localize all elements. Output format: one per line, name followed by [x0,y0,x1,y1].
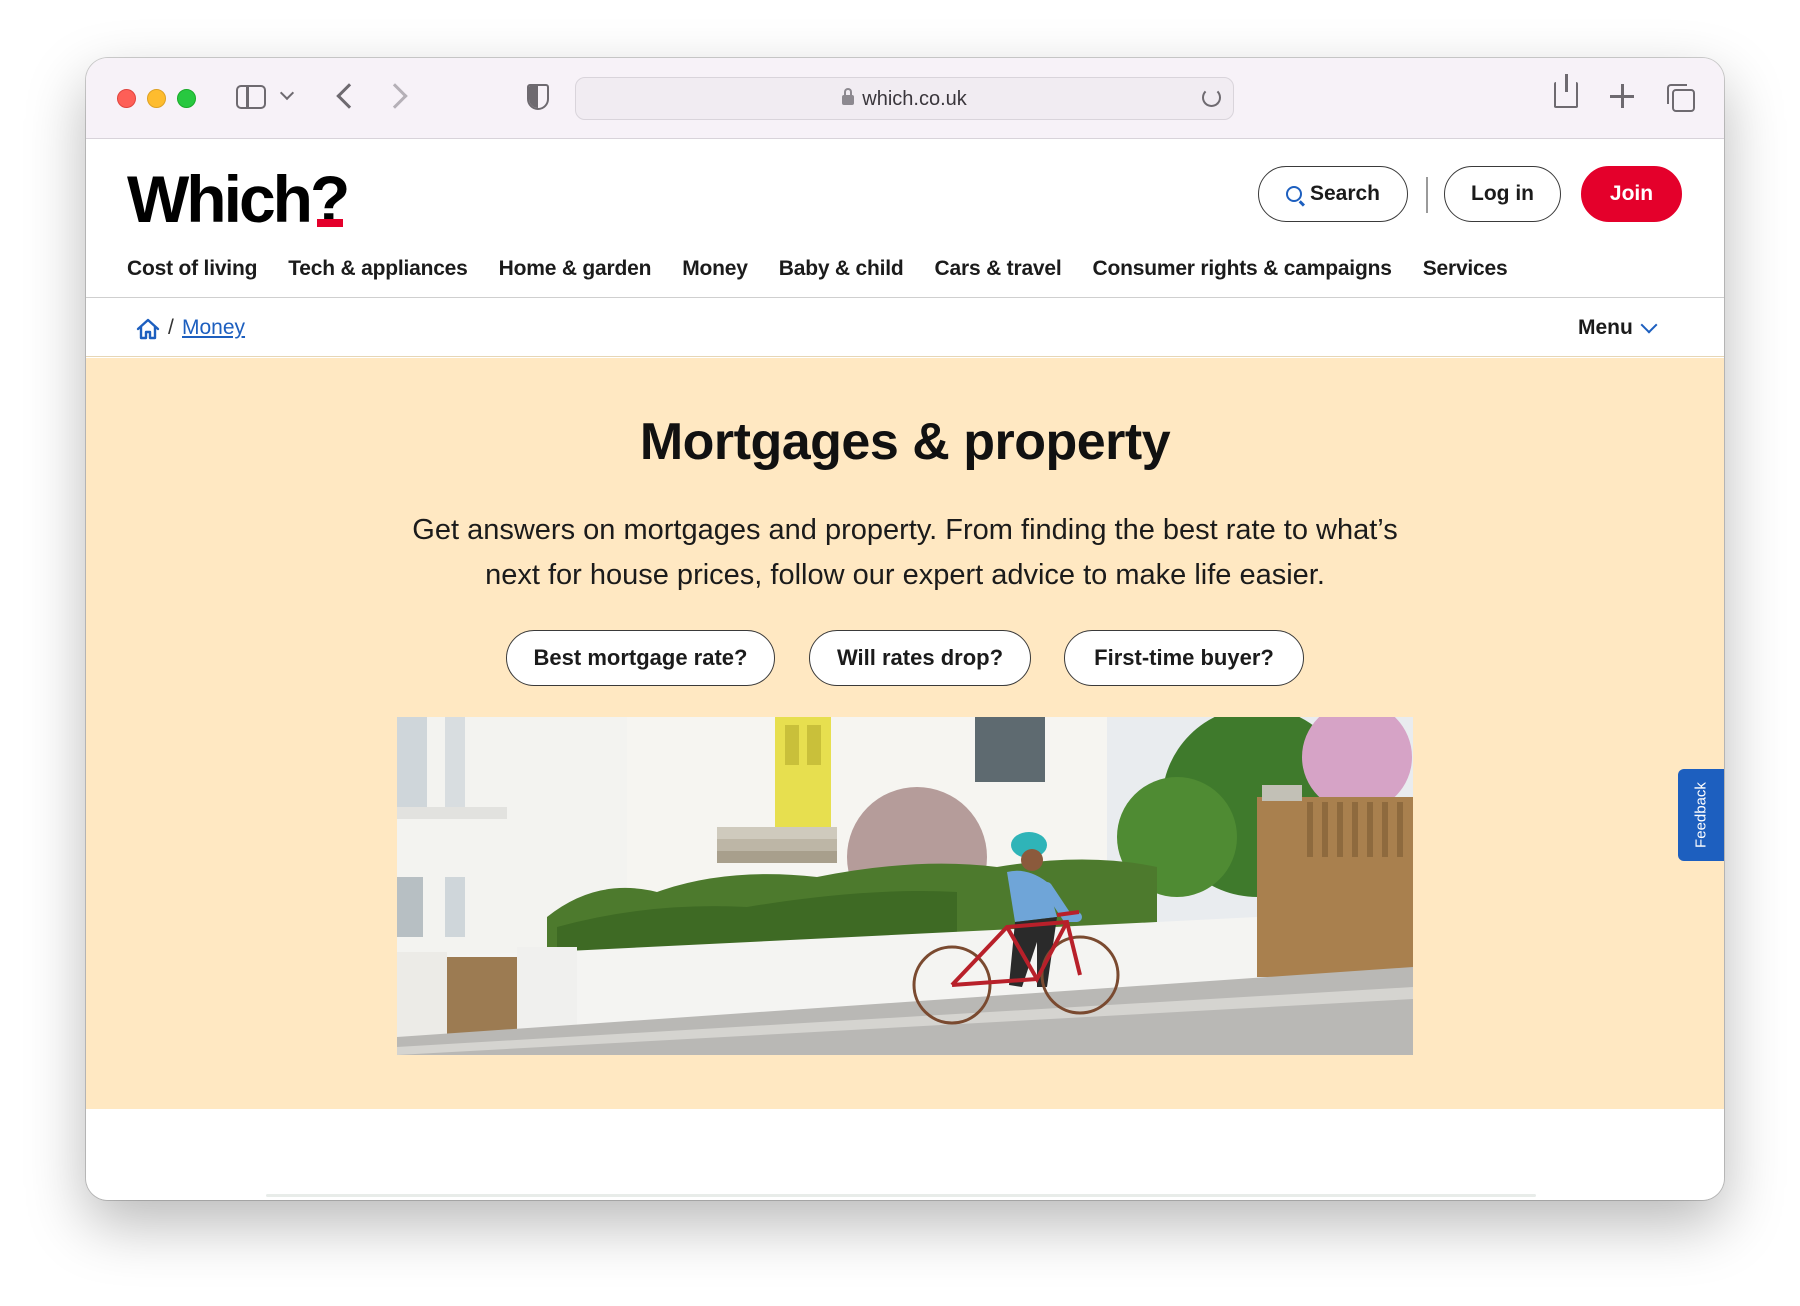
chip-best-mortgage-rate[interactable]: Best mortgage rate? [506,630,775,686]
login-button[interactable]: Log in [1444,166,1561,222]
breadcrumb-separator: / [168,316,174,339]
content-below-hero [86,1109,1724,1200]
join-button-label: Join [1609,182,1654,205]
chevron-down-icon [1640,316,1658,334]
hero-description: Get answers on mortgages and property. F… [412,514,1398,591]
back-arrow-icon[interactable] [336,83,362,109]
chip-label: First-time buyer? [1094,645,1274,670]
nav-item-consumer-rights[interactable]: Consumer rights & campaigns [1093,257,1392,281]
search-button-label: Search [1309,182,1381,205]
chip-will-rates-drop[interactable]: Will rates drop? [809,630,1031,686]
menu-button[interactable]: Menu [1578,316,1658,340]
site-header: Which? Search Log in Join Cost of living… [86,139,1724,298]
nav-item-tech-appliances[interactable]: Tech & appliances [288,257,468,281]
sidebar-toggle-icon[interactable] [236,85,266,109]
join-button[interactable]: Join [1581,166,1682,222]
nav-item-cars-travel[interactable]: Cars & travel [935,257,1062,281]
logo-text: Which? [127,162,350,236]
close-window-button[interactable] [117,89,136,108]
nav-item-baby-child[interactable]: Baby & child [779,257,904,281]
browser-toolbar: which.co.uk [86,58,1724,139]
section-divider [266,1194,1536,1197]
header-divider [1426,177,1428,213]
nav-item-services[interactable]: Services [1423,257,1508,281]
main-navigation: Cost of living Tech & appliances Home & … [127,257,1508,281]
forward-arrow-icon[interactable] [382,83,408,109]
lock-icon [842,88,855,105]
new-tab-icon[interactable] [1610,84,1634,108]
tab-overview-icon[interactable] [1667,84,1695,112]
browser-window: which.co.uk Which? Search Log in Join Co… [86,58,1724,1200]
search-icon [1285,186,1302,202]
feedback-tab[interactable]: Feedback [1678,769,1724,861]
chip-first-time-buyer[interactable]: First-time buyer? [1064,630,1304,686]
login-button-label: Log in [1471,182,1534,205]
hero-image [397,717,1413,1055]
nav-item-cost-of-living[interactable]: Cost of living [127,257,257,281]
breadcrumb: / Money Menu [86,299,1724,357]
breadcrumb-link-money[interactable]: Money [182,316,245,340]
which-logo[interactable]: Which? [127,161,350,237]
search-button[interactable]: Search [1258,166,1408,222]
logo-red-bar [317,219,344,227]
share-icon[interactable] [1554,74,1578,108]
feedback-label: Feedback [1692,782,1710,848]
chip-label: Best mortgage rate? [533,645,748,670]
home-icon[interactable] [136,318,160,340]
chevron-down-icon[interactable] [279,85,295,101]
maximize-window-button[interactable] [177,89,196,108]
address-bar[interactable]: which.co.uk [575,77,1234,120]
page-title: Mortgages & property [639,413,1171,471]
reload-icon[interactable] [1202,88,1221,107]
privacy-shield-icon[interactable] [527,84,549,110]
menu-button-label: Menu [1578,316,1633,339]
nav-item-money[interactable]: Money [682,257,748,281]
url-text: which.co.uk [862,88,967,110]
chip-label: Will rates drop? [836,645,1004,670]
hero-section: Mortgages & property Get answers on mort… [86,358,1724,1109]
nav-item-home-garden[interactable]: Home & garden [499,257,652,281]
minimize-window-button[interactable] [147,89,166,108]
